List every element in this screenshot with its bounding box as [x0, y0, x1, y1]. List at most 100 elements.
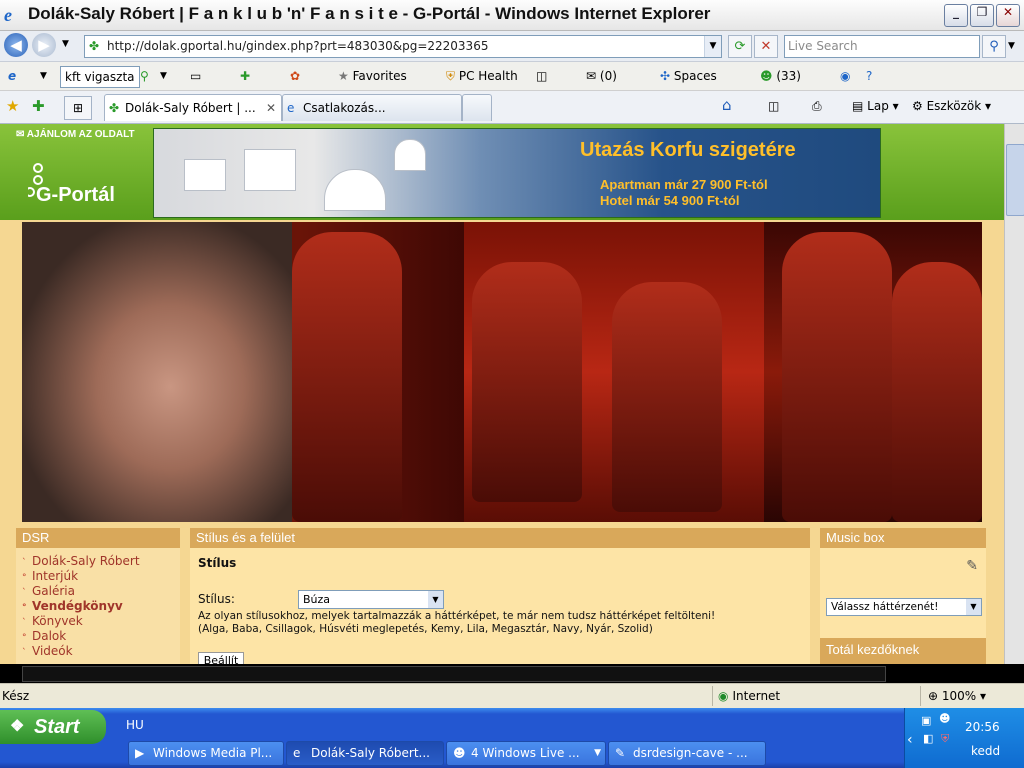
menu-item-interjuk[interactable]: ° Interjúk	[22, 569, 140, 584]
rss-icon[interactable]: ◫	[536, 69, 547, 83]
msn-dropdown-icon[interactable]: ▼	[40, 71, 47, 81]
address-dropdown-icon[interactable]: ▼	[704, 36, 721, 57]
tray-expand-icon[interactable]: ‹	[907, 732, 913, 748]
horizontal-scrollbar[interactable]	[0, 664, 1024, 682]
toolbar-search-dropdown-icon[interactable]: ▼	[160, 71, 167, 81]
security-shield-icon[interactable]: ⛨	[941, 732, 949, 746]
pc-health-label: PC Health	[458, 69, 518, 83]
apply-style-button[interactable]: Beállít	[198, 652, 244, 664]
spaces-button[interactable]: ✣ Spaces	[660, 69, 717, 83]
live-search-input[interactable]: Live Search	[784, 35, 980, 58]
vertical-scrollbar[interactable]	[1004, 124, 1024, 664]
zoom-control[interactable]: ⊕ 100% ▾	[928, 689, 986, 703]
new-tab-button[interactable]	[462, 94, 492, 121]
hero-figure	[472, 262, 582, 502]
task-internet-explorer[interactable]: e Dolák-Saly Róbert...	[286, 741, 444, 766]
style-panel-header: Stílus és a felület	[190, 528, 810, 548]
background-music-select[interactable]: Válassz háttérzenét! ▼	[826, 598, 982, 616]
stop-button[interactable]: ✕	[754, 35, 778, 58]
network-icon[interactable]: ▣	[921, 714, 931, 727]
msn-butterfly-icon[interactable]: ✿	[290, 69, 300, 83]
language-indicator[interactable]: HU	[126, 718, 144, 732]
total-beginners-label: Totál kezdőknek	[826, 642, 920, 657]
menu-item-galeria[interactable]: ˋ Galéria	[22, 584, 140, 599]
page-menu-label: Lap	[867, 99, 889, 113]
messenger-tray-icon[interactable]: ☻	[939, 712, 950, 725]
dsr-menu-list: ˋ Dolák-Saly Róbert ° Interjúk ˋ Galéria ° V…	[22, 554, 140, 659]
pc-health-button[interactable]: ⛨ PC Health	[446, 69, 518, 84]
feeds-icon[interactable]: ◫	[768, 99, 779, 113]
address-toolbar: ◀ ▶ ▼ ✤ http://dolak.gportal.hu/gindex.p…	[0, 31, 1024, 62]
minimize-button[interactable]: _	[944, 4, 968, 27]
address-input[interactable]: ✤ http://dolak.gportal.hu/gindex.php?prt…	[84, 35, 722, 58]
volume-icon[interactable]: ◧	[923, 732, 933, 745]
task-dsrdesign-cave[interactable]: ✎ dsrdesign-cave - ...	[608, 741, 766, 766]
style-panel: Stílus és a felület Stílus Stílus: Búza …	[190, 528, 810, 664]
highlight-icon[interactable]: ▭	[190, 69, 201, 83]
clock-time[interactable]: 20:56	[965, 720, 1000, 734]
security-zone[interactable]: ◉ Internet	[718, 689, 780, 703]
forward-button[interactable]: ▶	[32, 33, 56, 57]
menu-item-dalok[interactable]: ° Dalok	[22, 629, 140, 644]
tools-menu-button[interactable]: ⚙ Eszközök ▾	[912, 99, 991, 113]
mail-button[interactable]: ✉ (0)	[586, 69, 617, 83]
toolbar-search-input[interactable]: kft vigaszta	[60, 66, 140, 88]
style-select[interactable]: Búza ▼	[298, 590, 444, 609]
back-button[interactable]: ◀	[4, 33, 28, 57]
window-title-bar: e Dolák-Saly Róbert | F a n k l u b 'n' …	[0, 0, 1024, 31]
chevron-down-icon: ▼	[428, 591, 443, 608]
messenger-count: (33)	[776, 69, 801, 83]
banner-line-2: Hotel már 54 900 Ft-tól	[600, 193, 740, 208]
ie-logo-icon: e	[4, 5, 12, 25]
tab-csatlakozas[interactable]: e Csatlakozás...	[282, 94, 462, 121]
horizontal-scrollbar-track[interactable]	[22, 666, 886, 682]
menu-item-dolak-saly[interactable]: ˋ Dolák-Saly Róbert	[22, 554, 140, 569]
chevron-down-icon: ▼	[966, 599, 981, 615]
search-icon[interactable]: ⚲	[982, 35, 1006, 58]
menu-item-label: Könyvek	[32, 614, 83, 628]
help-icon[interactable]: ?	[866, 69, 872, 83]
task-windows-live[interactable]: ☻ 4 Windows Live ... ▼	[446, 741, 606, 766]
favorites-center-icon[interactable]: ★	[6, 97, 19, 115]
menu-item-vendegkonyv[interactable]: ° Vendégkönyv	[22, 599, 140, 614]
gportal-header: ✉ AJÁNLOM AZ OLDALT G-Portál Utazás Korf…	[0, 124, 1004, 220]
gear-icon: ⚙	[912, 99, 923, 113]
shield-icon: ⛨	[446, 69, 456, 83]
home-icon[interactable]: ⌂	[722, 96, 732, 114]
add-favorite-icon[interactable]: ✚	[32, 97, 45, 115]
banner-house	[184, 159, 226, 191]
msn-icon[interactable]: e	[8, 69, 16, 83]
favorites-button[interactable]: ★ Favorites	[338, 69, 407, 83]
start-button[interactable]: ❖ Start	[0, 710, 106, 744]
tab-dolak-saly[interactable]: ✤ Dolák-Saly Róbert | ... ✕	[104, 94, 282, 121]
style-note-line-2: (Alga, Baba, Csillagok, Húsvéti meglepet…	[198, 623, 653, 635]
print-icon[interactable]: ⎙	[812, 99, 822, 114]
vertical-scrollbar-thumb[interactable]	[1006, 144, 1024, 216]
gportal-logo[interactable]: G-Portál	[36, 184, 115, 207]
close-button[interactable]: ✕	[996, 4, 1020, 27]
refresh-button[interactable]: ⟳	[728, 35, 752, 58]
search-options-icon[interactable]: ▼	[1008, 41, 1015, 51]
toolbar-search-icon[interactable]: ⚲	[140, 69, 149, 83]
menu-item-konyvek[interactable]: ˋ Könyvek	[22, 614, 140, 629]
messenger-icon: ☻	[760, 69, 773, 83]
favorites-label: Favorites	[352, 69, 407, 83]
edit-pen-icon[interactable]: ✎	[966, 558, 978, 574]
tab-close-icon[interactable]: ✕	[266, 95, 276, 121]
site-favicon-icon: ✤	[89, 39, 100, 53]
status-divider	[920, 686, 921, 706]
task-windows-media-player[interactable]: ▶ Windows Media Pl...	[128, 741, 284, 766]
headset-icon[interactable]: ◉	[840, 69, 850, 83]
korfu-banner-ad[interactable]: Utazás Korfu szigetére Apartman már 27 9…	[153, 128, 881, 218]
recommend-link[interactable]: ✉ AJÁNLOM AZ OLDALT	[16, 129, 135, 140]
menu-item-videok[interactable]: ˋ Videók	[22, 644, 140, 659]
maximize-button[interactable]: ❐	[970, 4, 994, 27]
quick-tabs-icon[interactable]: ⊞	[64, 96, 92, 120]
add-icon[interactable]: ✚	[240, 69, 250, 83]
page-menu-button[interactable]: ▤ Lap ▾	[852, 99, 899, 113]
tab-ie-icon: e	[287, 101, 295, 115]
history-dropdown-icon[interactable]: ▼	[62, 39, 69, 49]
messenger-button[interactable]: ☻ (33)	[760, 69, 801, 83]
media-player-icon: ▶	[135, 746, 145, 760]
star-icon: ★	[338, 69, 349, 83]
